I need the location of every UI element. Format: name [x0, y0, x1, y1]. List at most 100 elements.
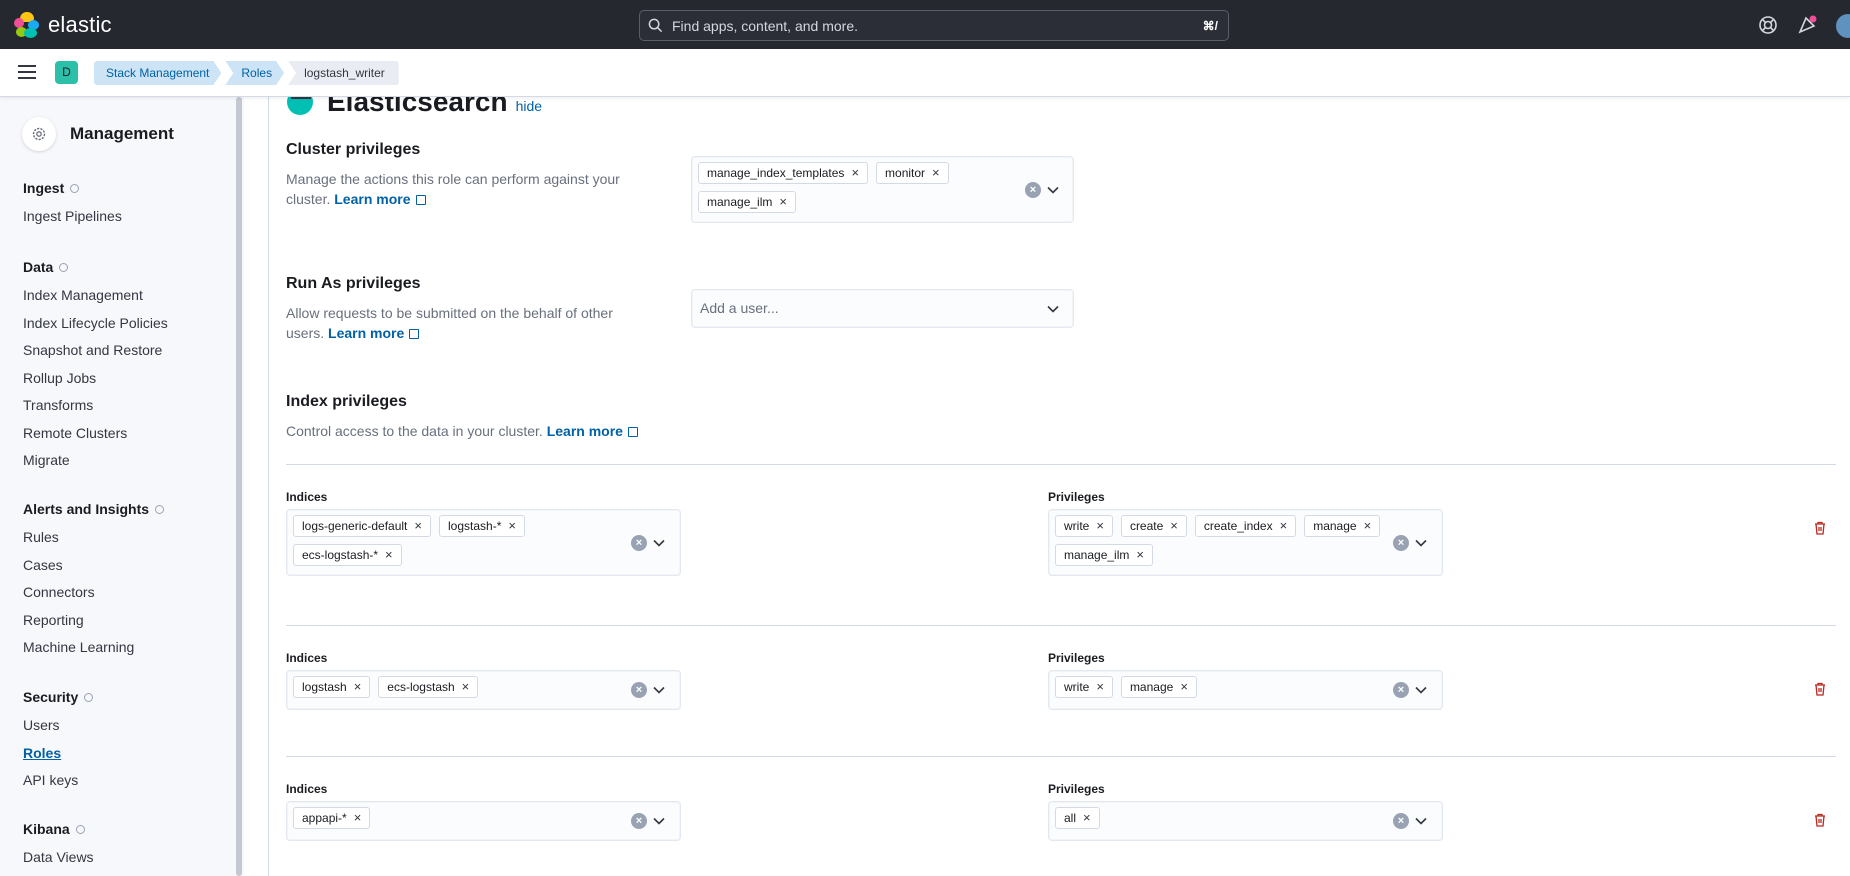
remove-tag-icon[interactable]: × — [1096, 516, 1104, 536]
breadcrumb-bar: D Stack Management Roles logstash_writer — [0, 49, 1850, 97]
index-tag: ecs-logstash × — [378, 676, 479, 698]
info-icon[interactable] — [75, 824, 85, 834]
chevron-down-icon[interactable] — [652, 814, 666, 828]
elastic-logo-icon — [14, 12, 40, 38]
sidebar-item-snapshot-and-restore[interactable]: Snapshot and Restore — [23, 337, 168, 365]
clear-icon[interactable]: × — [631, 813, 647, 829]
sidebar-item-migrate[interactable]: Migrate — [23, 447, 168, 475]
user-avatar[interactable] — [1836, 14, 1850, 38]
privileges-label: Privileges — [1048, 782, 1105, 796]
nav-group-ingest: Ingest Ingest Pipelines — [23, 178, 122, 231]
info-icon[interactable] — [84, 692, 94, 702]
indices-label: Indices — [286, 490, 328, 504]
sidebar-item-transforms[interactable]: Transforms — [23, 392, 168, 420]
remove-tag-icon[interactable]: × — [508, 516, 516, 536]
chevron-down-icon[interactable] — [652, 683, 666, 697]
privilege-tag: write × — [1055, 515, 1113, 537]
remove-tag-icon[interactable]: × — [1364, 516, 1372, 536]
indices-combobox[interactable]: appapi-* × × — [286, 801, 681, 841]
chevron-down-icon[interactable] — [652, 536, 666, 550]
help-icon[interactable] — [1758, 15, 1778, 35]
learn-more-link[interactable]: Learn more — [334, 191, 410, 207]
clear-icon[interactable]: × — [1393, 535, 1409, 551]
remove-tag-icon[interactable]: × — [354, 677, 362, 697]
sidebar-item-index-lifecycle-policies[interactable]: Index Lifecycle Policies — [23, 310, 168, 338]
space-avatar[interactable]: D — [55, 61, 78, 84]
news-feed-icon[interactable] — [1797, 15, 1817, 35]
learn-more-link[interactable]: Learn more — [547, 423, 623, 439]
privileges-combobox[interactable]: all × × — [1048, 801, 1443, 841]
elastic-logo[interactable]: elastic — [14, 12, 112, 38]
hide-link[interactable]: hide — [516, 98, 542, 114]
sidebar-item-users[interactable]: Users — [23, 712, 93, 740]
tag-label: write — [1064, 680, 1090, 694]
info-icon[interactable] — [155, 504, 165, 514]
elasticsearch-logo-icon — [287, 97, 313, 115]
clear-icon[interactable]: × — [1393, 813, 1409, 829]
learn-more-link[interactable]: Learn more — [328, 325, 404, 341]
management-sidebar: Management Ingest Ingest Pipelines Data … — [0, 97, 244, 876]
remove-tag-icon[interactable]: × — [1280, 516, 1288, 536]
sidebar-item-roles[interactable]: Roles — [23, 740, 93, 768]
sidebar-item-cases[interactable]: Cases — [23, 552, 164, 580]
global-search-input[interactable]: Find apps, content, and more. ⌘/ — [639, 10, 1229, 41]
remove-tag-icon[interactable]: × — [354, 808, 362, 828]
clear-icon[interactable]: × — [631, 682, 647, 698]
cluster-privileges-combobox[interactable]: manage_index_templates × monitor × manage_… — [691, 156, 1074, 223]
divider — [286, 756, 1836, 757]
remove-tag-icon[interactable]: × — [1180, 677, 1188, 697]
delete-row-trash-icon[interactable] — [1812, 681, 1828, 697]
nav-group-data: Data Index Management Index Lifecycle Po… — [23, 257, 168, 475]
tag-label: logstash — [302, 680, 347, 694]
sidebar-item-reporting[interactable]: Reporting — [23, 607, 164, 635]
privileges-label: Privileges — [1048, 651, 1105, 665]
remove-tag-icon[interactable]: × — [851, 163, 859, 183]
chevron-down-icon[interactable] — [1414, 536, 1428, 550]
chevron-down-icon[interactable] — [1414, 814, 1428, 828]
external-link-icon — [415, 195, 426, 205]
breadcrumb-roles[interactable]: Roles — [225, 61, 284, 85]
remove-tag-icon[interactable]: × — [385, 545, 393, 565]
remove-tag-icon[interactable]: × — [462, 677, 470, 697]
remove-tag-icon[interactable]: × — [1136, 545, 1144, 565]
brand-name: elastic — [48, 12, 112, 37]
sidebar-item-connectors[interactable]: Connectors — [23, 579, 164, 607]
remove-tag-icon[interactable]: × — [932, 163, 940, 183]
remove-tag-icon[interactable]: × — [414, 516, 422, 536]
remove-tag-icon[interactable]: × — [779, 192, 787, 212]
info-icon[interactable] — [59, 262, 69, 272]
sidebar-item-data-views[interactable]: Data Views — [23, 844, 94, 872]
clear-icon[interactable]: × — [631, 535, 647, 551]
privileges-combobox[interactable]: write × manage × × — [1048, 670, 1443, 710]
breadcrumb-stack-management[interactable]: Stack Management — [94, 61, 221, 85]
sidebar-item-index-management[interactable]: Index Management — [23, 282, 168, 310]
sidebar-item-remote-clusters[interactable]: Remote Clusters — [23, 420, 168, 448]
indices-combobox[interactable]: logstash × ecs-logstash × × — [286, 670, 681, 710]
sidebar-item-machine-learning[interactable]: Machine Learning — [23, 634, 164, 662]
remove-tag-icon[interactable]: × — [1170, 516, 1178, 536]
remove-tag-icon[interactable]: × — [1083, 808, 1091, 828]
privileges-combobox[interactable]: write × create × create_index × manage × man… — [1048, 509, 1443, 576]
info-icon[interactable] — [70, 183, 80, 193]
delete-row-trash-icon[interactable] — [1812, 520, 1828, 536]
sidebar-scrollbar[interactable] — [236, 97, 242, 876]
tag-label: write — [1064, 519, 1090, 533]
chevron-down-icon[interactable] — [1046, 302, 1060, 316]
sidebar-item-api-keys[interactable]: API keys — [23, 767, 93, 795]
chevron-down-icon[interactable] — [1046, 183, 1060, 197]
tag-label: all — [1064, 811, 1077, 825]
sidebar-item-ingest-pipelines[interactable]: Ingest Pipelines — [23, 203, 122, 231]
tag-list: write × manage × — [1055, 676, 1385, 698]
chevron-down-icon[interactable] — [1414, 683, 1428, 697]
clear-icon[interactable]: × — [1025, 182, 1041, 198]
privilege-tag: manage_ilm × — [1055, 544, 1153, 566]
clear-icon[interactable]: × — [1393, 682, 1409, 698]
delete-row-trash-icon[interactable] — [1812, 812, 1828, 828]
run-as-users-combobox[interactable]: Add a user... — [691, 289, 1074, 328]
menu-toggle-icon[interactable] — [18, 65, 36, 79]
sidebar-item-rollup-jobs[interactable]: Rollup Jobs — [23, 365, 168, 393]
sidebar-item-rules[interactable]: Rules — [23, 524, 164, 552]
indices-combobox[interactable]: logs-generic-default × logstash-* × ecs-lo… — [286, 509, 681, 576]
tag-label: manage — [1313, 519, 1357, 533]
remove-tag-icon[interactable]: × — [1096, 677, 1104, 697]
